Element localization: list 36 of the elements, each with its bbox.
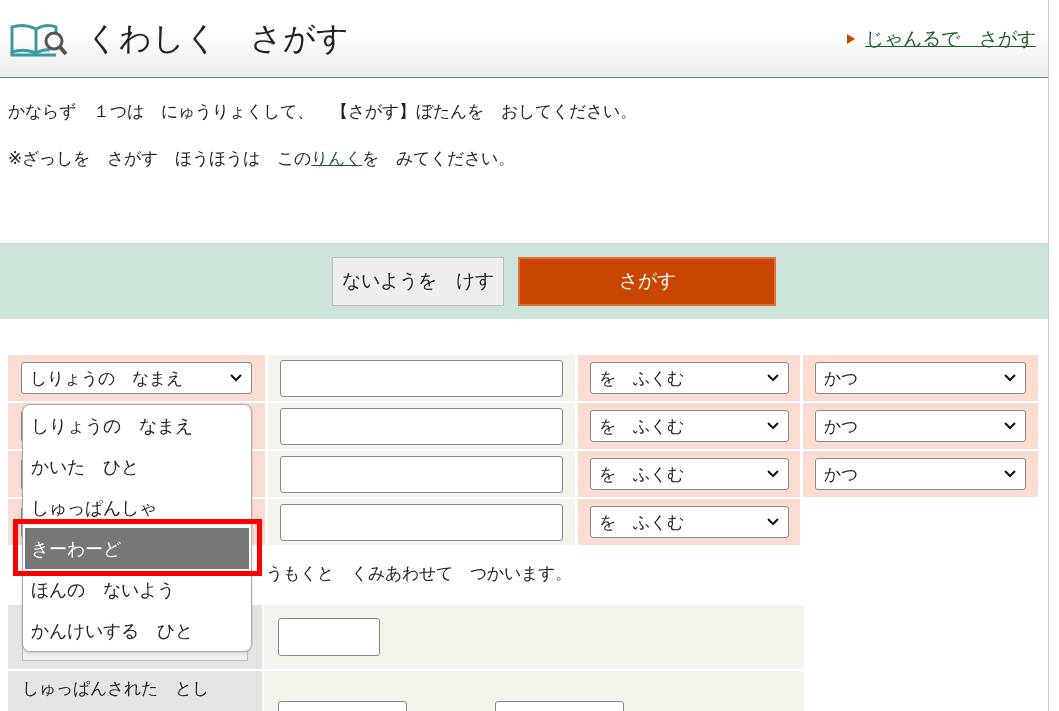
keyword-input[interactable] [280,503,563,541]
match-select[interactable]: を ふくむ [589,458,789,490]
dropdown-option[interactable]: しゅっぱんしゃ [25,497,249,519]
keyword-input[interactable] [280,455,563,493]
chevron-down-icon [765,469,780,479]
chevron-down-icon [1003,421,1017,431]
dropdown-option[interactable]: かいた ひと [25,456,249,478]
triangle-icon [847,33,855,44]
dropdown-option[interactable]: ほんの ないよう [25,579,249,601]
combine-note: うもくと くみあわせて つかいます。 [266,562,572,585]
field-select[interactable]: しりょうの なまえ [21,362,252,394]
match-select[interactable]: を ふくむ [589,410,789,442]
clear-button[interactable]: ないようを けす [332,256,504,306]
chevron-down-icon [1003,373,1017,383]
operator-select[interactable]: かつ [815,362,1026,394]
instruction-text: ※ざっしを さがす ほうほうは この りんく を みてください。 [8,147,517,170]
number-input[interactable] [278,618,380,656]
search-button[interactable]: さがす [518,256,776,306]
keyword-input[interactable] [280,407,563,445]
chevron-down-icon [765,373,780,383]
instruction-text: かならず １つは にゅうりょくして、 【さがす】ぼたんを おしてください。 [8,100,638,123]
field-label: しゅっぱんされた とし [22,677,209,700]
match-select[interactable]: を ふくむ [589,506,789,538]
genre-search-link[interactable]: じゃんるで さがす [865,25,1036,52]
dropdown-option[interactable]: きーわーど [25,528,249,569]
chevron-down-icon [229,373,243,383]
help-link[interactable]: りんく [311,148,363,168]
operator-select[interactable]: かつ [815,458,1026,490]
page-title: くわしく さがす [86,17,350,59]
keyword-input[interactable] [280,359,563,397]
chevron-down-icon [765,421,780,431]
match-select[interactable]: を ふくむ [589,362,789,394]
dropdown-option[interactable]: しりょうの なまえ [25,415,249,437]
chevron-down-icon [765,517,780,527]
chevron-down-icon [1003,469,1017,479]
operator-select[interactable]: かつ [815,410,1026,442]
